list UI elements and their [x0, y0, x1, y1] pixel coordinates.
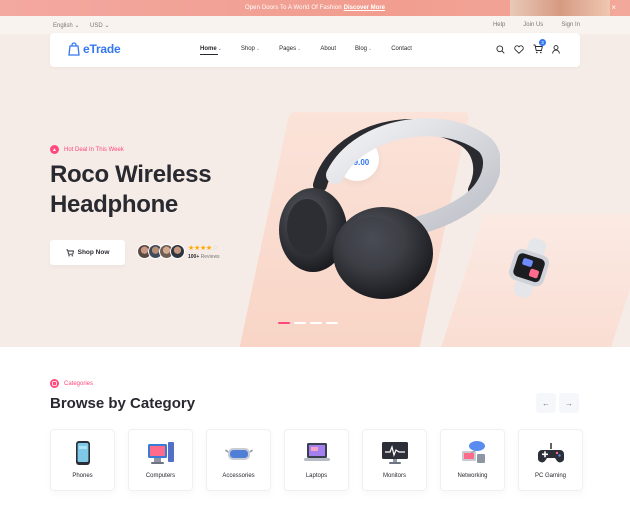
- slider-pagination: [278, 322, 338, 324]
- arrow-right-icon: →: [565, 398, 573, 408]
- hot-deal-tag: ▲ Hot Deal In This Week: [50, 145, 124, 154]
- prev-button[interactable]: ←: [536, 393, 556, 413]
- shop-now-button[interactable]: Shop Now: [50, 240, 125, 265]
- category-card-pc-gaming[interactable]: PC Gaming: [518, 429, 583, 491]
- cart-icon: [66, 248, 74, 257]
- category-card-phones[interactable]: Phones: [50, 429, 115, 491]
- category-card-accessories[interactable]: Accessories: [206, 429, 271, 491]
- hot-deal-label: Hot Deal In This Week: [64, 146, 124, 153]
- announcement-bar: Open Doors To A World Of Fashion Discove…: [0, 0, 630, 16]
- category-label: Laptops: [305, 473, 328, 479]
- category-card-networking[interactable]: Networking: [440, 429, 505, 491]
- section-title: Browse by Category: [50, 395, 196, 412]
- shop-now-label: Shop Now: [77, 249, 110, 256]
- help-link[interactable]: Help: [493, 22, 505, 28]
- category-card-computers[interactable]: Computers: [128, 429, 193, 491]
- category-label: Accessories: [222, 473, 255, 479]
- computer-icon: [147, 442, 174, 464]
- chevron-down-icon: ⌄: [217, 46, 222, 52]
- star-rating: ★★★★☆: [188, 245, 218, 252]
- hero-rating: ★★★★☆ 100+ Reviews: [188, 245, 220, 260]
- announcement-link[interactable]: Discover More: [344, 5, 385, 11]
- slider-dot[interactable]: [326, 322, 338, 324]
- hero-title: Roco Wireless Headphone: [50, 161, 212, 218]
- slider-dot[interactable]: [310, 322, 322, 324]
- cart-count-badge: 3: [539, 39, 546, 46]
- categories-tag: Categories: [50, 379, 93, 388]
- category-card-monitors[interactable]: Monitors: [362, 429, 427, 491]
- category-label: Phones: [72, 473, 93, 479]
- laptop-icon: [303, 443, 330, 461]
- cart-button[interactable]: 3: [533, 39, 546, 54]
- reviewer-avatars: [137, 244, 185, 259]
- category-label: PC Gaming: [534, 473, 566, 479]
- join-us-link[interactable]: Join Us: [523, 22, 543, 28]
- category-card-laptops[interactable]: Laptops: [284, 429, 349, 491]
- announcement-decoration: [510, 0, 610, 16]
- chevron-down-icon: ⌄: [104, 23, 110, 29]
- sign-in-link[interactable]: Sign In: [561, 22, 580, 28]
- utility-bar: English ⌄ USD ⌄ Help Join Us Sign In: [0, 16, 630, 34]
- nav-item-about[interactable]: About: [320, 46, 336, 52]
- phone-icon: [75, 441, 90, 465]
- gamepad-icon: [537, 443, 564, 463]
- nav-icons: 3: [496, 39, 560, 54]
- next-button[interactable]: →: [559, 393, 579, 413]
- close-icon[interactable]: ×: [611, 3, 616, 13]
- chevron-down-icon: ⌄: [368, 46, 373, 52]
- nav-item-blog[interactable]: Blog⌄: [355, 46, 372, 52]
- chevron-down-icon: ⌄: [255, 46, 261, 52]
- nav-item-home[interactable]: Home⌄: [200, 46, 222, 55]
- nav-menu: Home⌄ Shop⌄ Pages⌄ About Blog⌄ Contact: [200, 46, 431, 55]
- headphone-product-image: [279, 118, 500, 299]
- heart-icon[interactable]: [514, 44, 524, 54]
- slider-dot[interactable]: [278, 322, 290, 324]
- category-list: Phones Computers Accessories Laptops Mon…: [50, 429, 583, 491]
- monitor-icon: [381, 442, 408, 464]
- category-label: Networking: [457, 473, 488, 479]
- categories-label: Categories: [64, 380, 94, 387]
- logo[interactable]: eTrade: [68, 42, 121, 56]
- category-label: Monitors: [382, 473, 406, 479]
- vr-headset-icon: [224, 448, 253, 460]
- reviews-count: 100+ Reviews: [188, 254, 220, 260]
- announcement-message: Open Doors To A World Of Fashion: [244, 5, 342, 11]
- tag-icon: [50, 379, 59, 388]
- nav-item-contact[interactable]: Contact: [391, 46, 412, 52]
- user-icon[interactable]: [552, 44, 560, 54]
- arrow-left-icon: ←: [542, 398, 550, 408]
- avatar: [170, 244, 185, 259]
- currency-select[interactable]: USD ⌄: [90, 22, 109, 29]
- shopping-bag-icon: [68, 42, 80, 56]
- smartwatch-product-image: [509, 238, 550, 298]
- nav-item-pages[interactable]: Pages⌄: [279, 46, 301, 52]
- slider-dot[interactable]: [294, 322, 306, 324]
- category-label: Computers: [145, 473, 176, 479]
- logo-text: eTrade: [83, 42, 121, 56]
- language-select[interactable]: English ⌄: [53, 22, 79, 29]
- fire-icon: ▲: [50, 145, 59, 154]
- chevron-down-icon: ⌄: [297, 46, 302, 52]
- main-nav: eTrade Home⌄ Shop⌄ Pages⌄ About Blog⌄ Co…: [50, 33, 580, 67]
- nav-item-shop[interactable]: Shop⌄: [241, 46, 260, 52]
- search-icon[interactable]: [496, 44, 505, 54]
- networking-icon: [461, 441, 485, 463]
- chevron-down-icon: ⌄: [74, 23, 80, 29]
